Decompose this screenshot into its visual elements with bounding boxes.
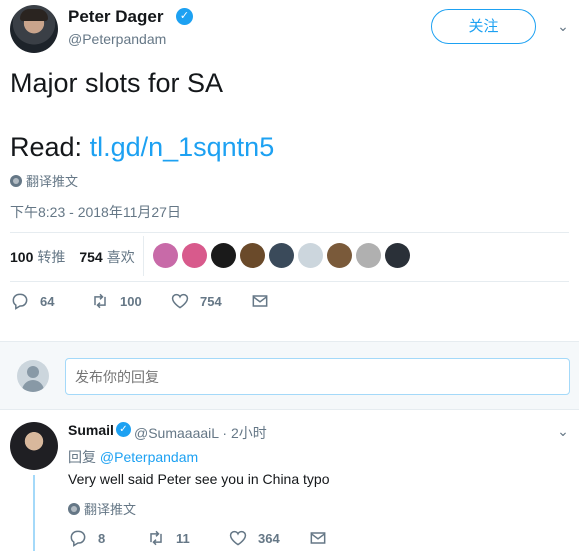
reply-author-name[interactable]: Sumail — [68, 422, 114, 438]
main-tweet: Peter Dager ✓ @Peterpandam 关注 ⌄ Major sl… — [0, 0, 579, 341]
mail-icon — [250, 291, 270, 311]
reply-actions: 8 11 364 — [68, 528, 328, 548]
chevron-down-icon[interactable]: ⌄ — [554, 423, 572, 441]
likes-count: 754 — [79, 249, 103, 265]
heart-icon — [170, 291, 190, 311]
read-prefix: Read: — [10, 132, 90, 162]
like-button[interactable]: 754 — [170, 291, 250, 311]
author-name[interactable]: Peter Dager — [68, 7, 163, 27]
translate-tweet[interactable]: 翻译推文 — [10, 171, 78, 190]
translate-label: 翻译推文 — [26, 174, 79, 189]
retweets-label: 转推 — [37, 249, 66, 265]
reply-count: 64 — [40, 293, 55, 309]
tweet-actions: 64 100 754 — [10, 291, 270, 311]
translate-tweet[interactable]: 翻译推文 — [68, 499, 136, 518]
liker-avatar[interactable] — [153, 243, 178, 268]
retweets-stat[interactable]: 100 转推 — [10, 247, 65, 267]
likes-label: 喜欢 — [106, 249, 135, 265]
reply-input[interactable] — [65, 358, 570, 395]
like-count: 754 — [200, 293, 222, 309]
reply-to-link[interactable]: @Peterpandam — [100, 449, 198, 465]
liker-avatar[interactable] — [269, 243, 294, 268]
liker-avatar[interactable] — [327, 243, 352, 268]
likers-avatars — [153, 243, 410, 268]
divider — [10, 281, 569, 282]
likes-stat[interactable]: 754 喜欢 — [79, 247, 134, 267]
reply-button[interactable]: 8 — [68, 528, 146, 548]
tweet-stats: 100 转推 754 喜欢 — [10, 242, 149, 272]
like-button[interactable]: 364 — [228, 528, 308, 548]
heart-icon — [228, 528, 248, 548]
reply-icon — [68, 528, 88, 548]
stats-separator — [143, 236, 144, 276]
author-handle[interactable]: @Peterpandam — [68, 31, 166, 47]
replying-to: 回复 @Peterpandam — [68, 447, 198, 467]
translate-label: 翻译推文 — [84, 502, 137, 517]
liker-avatar[interactable] — [211, 243, 236, 268]
globe-icon — [10, 174, 22, 187]
reply-button[interactable]: 64 — [10, 291, 90, 311]
direct-message-button[interactable] — [308, 528, 328, 548]
retweet-button[interactable]: 11 — [146, 528, 228, 548]
verified-badge-icon: ✓ — [176, 8, 193, 25]
reply-author-handle[interactable]: @SumaaaaiL · 2小时 — [134, 423, 267, 443]
verified-badge-icon: ✓ — [116, 422, 131, 437]
retweet-button[interactable]: 100 — [90, 291, 170, 311]
reply-text: Very well said Peter see you in China ty… — [68, 471, 330, 487]
liker-avatar[interactable] — [298, 243, 323, 268]
like-count: 364 — [258, 530, 280, 546]
reply-author-avatar[interactable] — [10, 422, 58, 470]
chevron-down-icon[interactable]: ⌄ — [554, 18, 572, 36]
reply-composer — [0, 341, 579, 410]
divider — [10, 232, 569, 233]
retweets-count: 100 — [10, 249, 34, 265]
thread-line — [33, 475, 35, 551]
tweet-timestamp[interactable]: 下午8:23 - 2018年11月27日 — [10, 202, 181, 222]
liker-avatar[interactable] — [240, 243, 265, 268]
retweet-count: 11 — [176, 530, 190, 546]
reply-icon — [10, 291, 30, 311]
user-avatar[interactable] — [17, 360, 49, 392]
tweet-link[interactable]: tl.gd/n_1sqntn5 — [90, 132, 275, 162]
mail-icon — [308, 528, 328, 548]
retweet-icon — [146, 528, 166, 548]
direct-message-button[interactable] — [250, 291, 270, 311]
reply-prefix: 回复 — [68, 449, 100, 465]
tweet-read-line: Read: tl.gd/n_1sqntn5 — [10, 130, 274, 164]
reply-count: 8 — [98, 530, 106, 546]
liker-avatar[interactable] — [182, 243, 207, 268]
follow-button[interactable]: 关注 — [431, 9, 536, 44]
reply-tweet: Sumail ✓ @SumaaaaiL · 2小时 ⌄ 回复 @Peterpan… — [0, 411, 579, 551]
liker-avatar[interactable] — [356, 243, 381, 268]
liker-avatar[interactable] — [385, 243, 410, 268]
globe-icon — [68, 502, 80, 515]
tweet-text: Major slots for SA — [10, 68, 224, 98]
author-avatar[interactable] — [10, 5, 58, 53]
retweet-icon — [90, 291, 110, 311]
retweet-count: 100 — [120, 293, 142, 309]
